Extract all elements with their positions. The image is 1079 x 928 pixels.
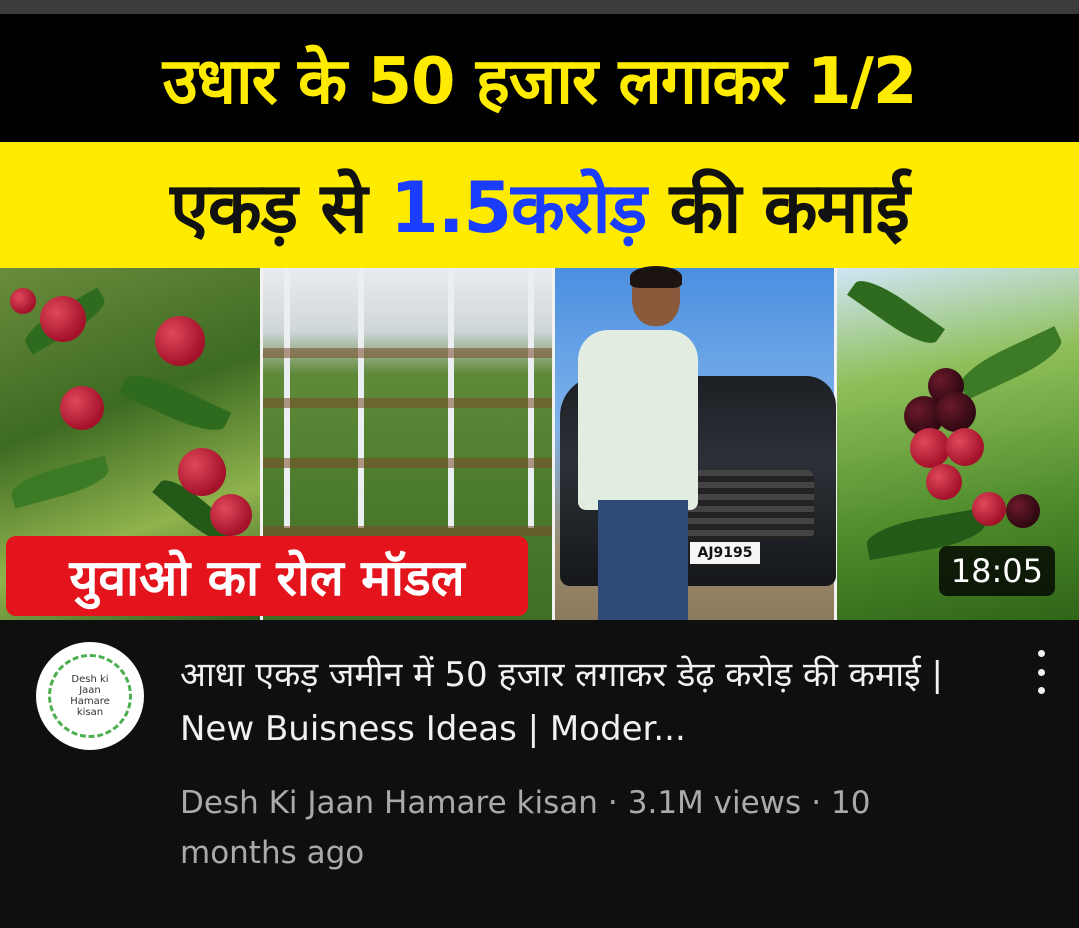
video-metadata: Desh Ki Jaan Hamare kisan · 3.1M views · 10 … <box>180 778 940 878</box>
channel-avatar[interactable]: Desh ki Jaan Hamare kisan <box>36 642 144 750</box>
avatar-logo-text: Desh ki Jaan Hamare kisan <box>70 674 110 718</box>
red-label-text: युवाओ का रोल मॉडल <box>69 549 465 607</box>
headline-line2: एकड़ से 1.5करोड़ की कमाई <box>170 157 910 253</box>
farmer-hair <box>630 266 682 288</box>
more-vert-icon[interactable] <box>1026 650 1056 694</box>
headline-line1: उधार के 50 हजार लगाकर 1/2 <box>162 44 918 119</box>
video-title[interactable]: आधा एकड़ जमीन में 50 हजार लगाकर डेढ़ करो… <box>180 648 980 756</box>
headline-line2-part3: की कमाई <box>646 167 909 249</box>
thumbnail-red-label: युवाओ का रोल मॉडल <box>6 536 528 616</box>
headline-line2-highlight: 1.5करोड़ <box>390 167 647 249</box>
meta-separator: · <box>607 785 618 821</box>
view-count: 3.1M views <box>627 785 802 821</box>
thumbnail-top-bar <box>0 0 1079 14</box>
farmer-figure <box>578 330 698 510</box>
video-duration-badge: 18:05 <box>938 546 1055 596</box>
car-grille <box>684 470 814 540</box>
meta-separator: · <box>811 785 822 821</box>
farmer-jeans <box>598 500 688 620</box>
collage-divider <box>552 268 555 620</box>
thumbnail-headline-top: उधार के 50 हजार लगाकर 1/2 <box>0 14 1079 142</box>
thumbnail-headline-bottom: एकड़ से 1.5करोड़ की कमाई <box>0 142 1079 268</box>
video-thumbnail[interactable]: उधार के 50 हजार लगाकर 1/2 एकड़ से 1.5करो… <box>0 0 1079 620</box>
video-card[interactable]: उधार के 50 हजार लगाकर 1/2 एकड़ से 1.5करो… <box>0 0 1079 928</box>
headline-line2-part1: एकड़ से <box>170 167 391 249</box>
channel-name[interactable]: Desh Ki Jaan Hamare kisan <box>180 785 598 821</box>
car-number-plate: AJ9195 <box>690 542 760 564</box>
